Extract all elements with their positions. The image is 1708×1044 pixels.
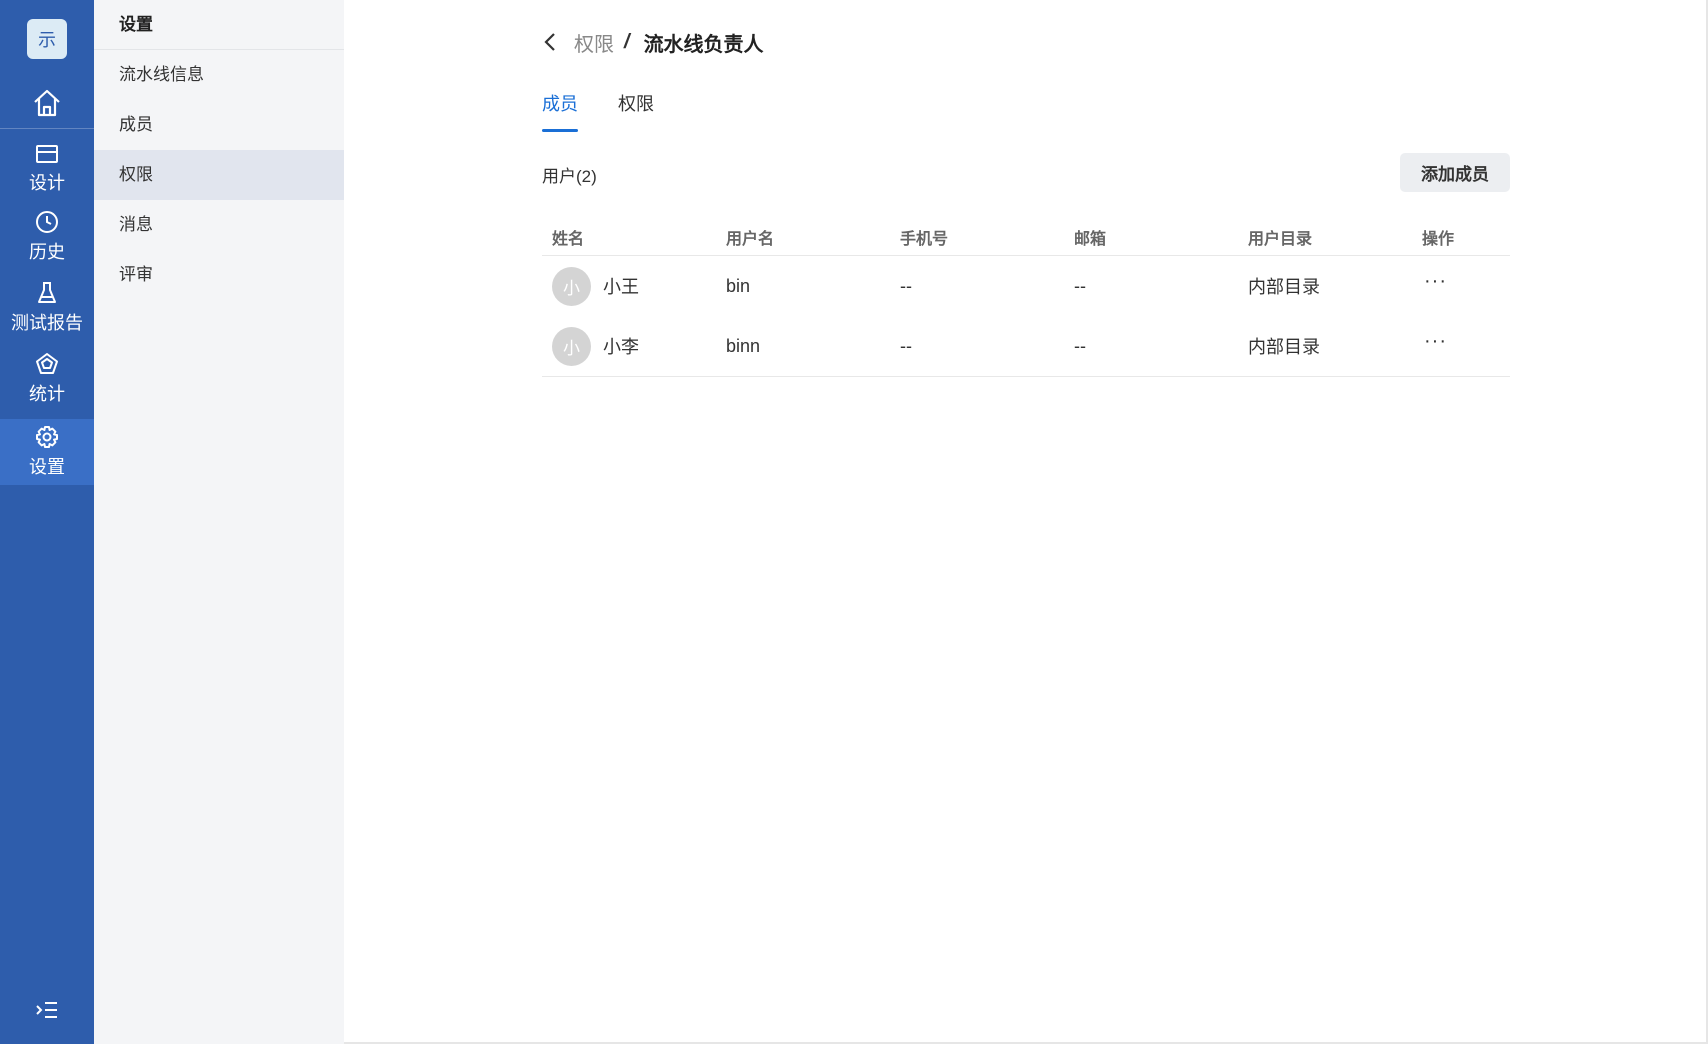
app-rail: 示 设计 历史 测试报告 统计 设置 bbox=[0, 0, 94, 1044]
settings-subnav: 设置 流水线信息 成员 权限 消息 评审 bbox=[94, 0, 344, 1044]
more-actions-button[interactable]: ··· bbox=[1422, 330, 1447, 353]
members-table: 姓名 用户名 手机号 邮箱 用户目录 操作 小 小王 bin -- -- 内部目… bbox=[542, 219, 1510, 377]
rail-item-label: 测试报告 bbox=[11, 313, 83, 333]
rail-item-history[interactable]: 历史 bbox=[0, 204, 94, 270]
main-content: 权限 / 流水线负责人 成员 权限 用户(2) 添加成员 姓名 用户名 手机号 … bbox=[344, 0, 1708, 1044]
breadcrumb-current: 流水线负责人 bbox=[643, 33, 764, 56]
users-count-title: 用户(2) bbox=[542, 167, 597, 186]
subnav-item-pipeline-info[interactable]: 流水线信息 bbox=[94, 50, 344, 100]
avatar: 小 bbox=[552, 326, 591, 366]
actions-cell: ··· bbox=[1412, 330, 1510, 353]
rail-item-label: 历史 bbox=[29, 242, 65, 262]
flask-icon bbox=[38, 282, 56, 303]
column-header-name: 姓名 bbox=[552, 231, 585, 248]
column-header-actions: 操作 bbox=[1422, 231, 1455, 248]
rail-item-test-report[interactable]: 测试报告 bbox=[0, 275, 94, 341]
table-row: 小 小李 binn -- -- 内部目录 ··· bbox=[542, 316, 1510, 377]
phone-cell: -- bbox=[900, 275, 912, 296]
rail-item-design[interactable]: 设计 bbox=[0, 136, 94, 202]
rail-item-label: 设置 bbox=[29, 457, 65, 477]
pentagon-icon bbox=[36, 353, 58, 374]
back-button[interactable] bbox=[542, 32, 570, 52]
rail-item-settings[interactable]: 设置 bbox=[0, 419, 94, 485]
directory-cell: 内部目录 bbox=[1248, 277, 1320, 297]
breadcrumb-parent[interactable]: 权限 bbox=[574, 28, 614, 57]
column-header-username: 用户名 bbox=[726, 231, 775, 248]
tab-members[interactable]: 成员 bbox=[542, 90, 578, 132]
column-header-email: 邮箱 bbox=[1074, 231, 1107, 248]
column-header-phone: 手机号 bbox=[900, 231, 949, 248]
subnav-item-messages[interactable]: 消息 bbox=[94, 200, 344, 250]
subnav-item-permissions[interactable]: 权限 bbox=[94, 150, 344, 200]
name-cell: 小 小李 bbox=[542, 326, 716, 366]
menu-collapse-icon bbox=[36, 1002, 57, 1018]
tab-permissions[interactable]: 权限 bbox=[618, 90, 654, 132]
rail-divider bbox=[0, 128, 94, 129]
card-icon bbox=[36, 145, 58, 163]
rail-item-label: 统计 bbox=[29, 384, 65, 404]
name-cell: 小 小王 bbox=[542, 266, 716, 306]
breadcrumb: 权限 / 流水线负责人 bbox=[542, 26, 764, 58]
more-actions-button[interactable]: ··· bbox=[1422, 270, 1447, 293]
rail-item-stats[interactable]: 统计 bbox=[0, 346, 94, 412]
avatar: 小 bbox=[552, 266, 591, 306]
add-member-button[interactable]: 添加成员 bbox=[1400, 153, 1510, 192]
tab-bar: 成员 权限 bbox=[542, 90, 694, 132]
gear-icon bbox=[36, 426, 58, 448]
actions-cell: ··· bbox=[1412, 270, 1510, 293]
table-row: 小 小王 bin -- -- 内部目录 ··· bbox=[542, 256, 1510, 316]
app-logo[interactable]: 示 bbox=[27, 19, 67, 59]
chevron-left-icon bbox=[544, 33, 555, 51]
column-header-directory: 用户目录 bbox=[1248, 231, 1313, 248]
home-icon bbox=[34, 89, 60, 117]
member-name: 小王 bbox=[603, 277, 639, 297]
subnav-item-review[interactable]: 评审 bbox=[94, 250, 344, 300]
subnav-item-members[interactable]: 成员 bbox=[94, 100, 344, 150]
breadcrumb-separator: / bbox=[624, 30, 630, 53]
directory-cell: 内部目录 bbox=[1248, 337, 1320, 357]
email-cell: -- bbox=[1074, 335, 1086, 356]
collapse-button[interactable] bbox=[0, 990, 94, 1030]
home-button[interactable] bbox=[0, 78, 94, 128]
table-header: 姓名 用户名 手机号 邮箱 用户目录 操作 bbox=[542, 219, 1510, 256]
rail-item-label: 设计 bbox=[29, 173, 65, 193]
username-cell: bin bbox=[726, 275, 751, 296]
email-cell: -- bbox=[1074, 275, 1086, 296]
clock-icon bbox=[36, 211, 58, 233]
member-name: 小李 bbox=[603, 337, 639, 357]
username-cell: binn bbox=[726, 335, 761, 356]
subnav-title: 设置 bbox=[94, 0, 344, 50]
phone-cell: -- bbox=[900, 335, 912, 356]
